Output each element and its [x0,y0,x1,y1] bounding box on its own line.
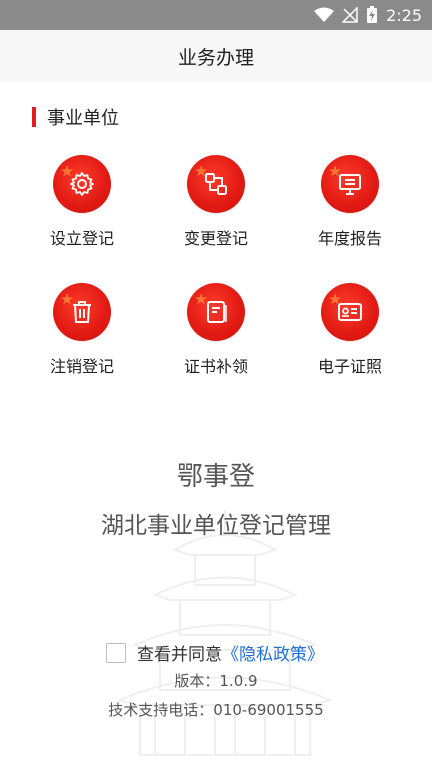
consent-checkbox[interactable] [106,642,126,663]
signal-icon [342,7,358,23]
service-item-establish[interactable]: 设立登记 [15,155,149,249]
service-item-cancel[interactable]: 注销登记 [15,283,149,377]
report-icon [339,174,361,195]
support-phone-text: 技术支持电话：010-69001555 [108,701,324,719]
pagoda-background-illustration [117,510,333,756]
service-item-certificate-reissue[interactable]: 证书补领 [149,283,283,377]
page-title: 业务办理 [177,46,254,69]
gear-icon [70,172,94,196]
version-text: 版本：1.0.9 [174,672,258,690]
privacy-consent: 查看并同意 《隐私政策》 [106,640,324,665]
trash-icon [73,301,91,323]
service-item-change[interactable]: 变更登记 [149,155,283,249]
service-label: 变更登记 [183,229,248,248]
service-icon-badge [53,155,111,213]
section-marker [32,107,36,127]
service-icon-badge [321,283,379,341]
status-icons: 2:25 [314,0,422,30]
service-icon-badge [187,283,245,341]
id-card-icon [338,303,362,321]
section-header: 事业单位 [32,104,119,130]
service-label: 设立登记 [49,229,114,248]
service-item-annual-report[interactable]: 年度报告 [283,155,417,249]
service-label: 年度报告 [317,229,382,248]
certificate-icon [207,301,227,323]
service-icon-badge [187,155,245,213]
service-icon-badge [321,155,379,213]
status-time: 2:25 [386,5,422,25]
privacy-policy-link[interactable]: 《隐私政策》 [222,640,324,665]
app-bar: 业务办理 [0,30,432,82]
service-label: 注销登记 [49,357,114,376]
service-icon-badge [53,283,111,341]
service-label: 电子证照 [317,357,382,376]
app-name: 鄂事登 [176,462,255,492]
battery-charging-icon [367,6,378,23]
consent-text: 查看并同意 [137,645,222,665]
service-item-e-license[interactable]: 电子证照 [283,283,417,377]
app-subtitle: 湖北事业单位登记管理 [101,513,331,539]
service-label: 证书补领 [183,357,248,376]
status-bar: 2:25 [0,0,432,30]
wifi-icon [314,7,335,22]
change-icon [205,173,227,195]
section-title: 事业单位 [47,108,119,129]
